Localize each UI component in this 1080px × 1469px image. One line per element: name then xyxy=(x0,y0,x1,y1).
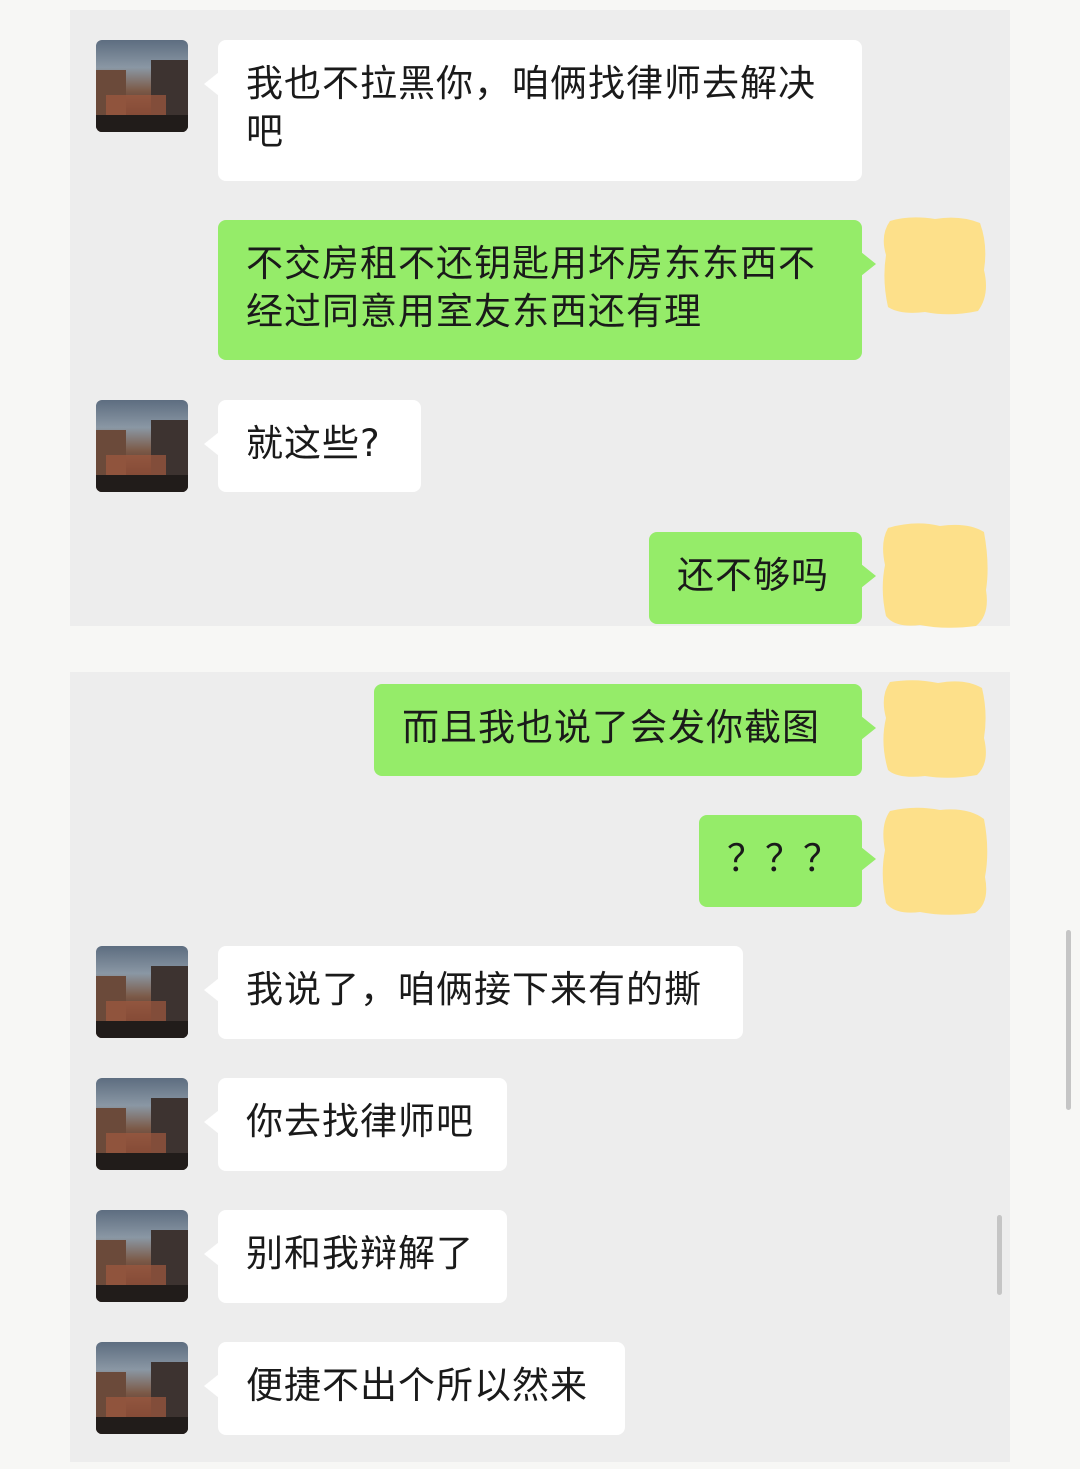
message-bubble-outgoing[interactable]: ？？？ xyxy=(699,815,876,907)
message-text: 我说了，咱俩接下来有的撕 xyxy=(246,968,702,1011)
contact-avatar[interactable] xyxy=(96,946,188,1038)
message-text: 还不够吗 xyxy=(677,554,829,597)
message-text: 就这些? xyxy=(246,422,381,465)
message-bubble-incoming[interactable]: 就这些? xyxy=(204,400,421,492)
message-bubble-outgoing[interactable]: 不交房租不还钥匙用坏房东东西不经过同意用室友东西还有理 xyxy=(218,220,876,360)
contact-avatar[interactable] xyxy=(96,40,188,132)
message-text: 不交房租不还钥匙用坏房东东西不经过同意用室友东西还有理 xyxy=(246,242,816,333)
message-bubble-incoming[interactable]: 便捷不出个所以然来 xyxy=(204,1342,625,1435)
message-bubble-incoming[interactable]: 我说了，咱俩接下来有的撕 xyxy=(204,946,743,1039)
contact-avatar[interactable] xyxy=(96,1210,188,1302)
contact-avatar[interactable] xyxy=(96,1342,188,1434)
self-avatar-blurred-icon xyxy=(880,678,990,778)
message-bubble-outgoing[interactable]: 而且我也说了会发你截图 xyxy=(374,684,876,776)
message-text: 便捷不出个所以然来 xyxy=(246,1364,588,1407)
chat-scrollbar[interactable] xyxy=(997,1215,1002,1295)
contact-avatar[interactable] xyxy=(96,400,188,492)
self-avatar-blurred-icon xyxy=(880,805,990,917)
message-bubble-incoming[interactable]: 我也不拉黑你，咱俩找律师去解决吧 xyxy=(204,40,862,181)
message-bubble-outgoing[interactable]: 还不够吗 xyxy=(649,532,876,624)
message-bubble-incoming[interactable]: 你去找律师吧 xyxy=(204,1078,507,1171)
message-text: 我也不拉黑你，咱俩找律师去解决吧 xyxy=(246,62,816,153)
page-scrollbar[interactable] xyxy=(1066,930,1071,1110)
message-text: 你去找律师吧 xyxy=(246,1100,474,1143)
message-text: ？？？ xyxy=(727,837,841,880)
message-text: 别和我辩解了 xyxy=(246,1232,474,1275)
message-bubble-incoming[interactable]: 别和我辩解了 xyxy=(204,1210,507,1303)
message-text: 而且我也说了会发你截图 xyxy=(402,706,820,749)
self-avatar-blurred-icon xyxy=(880,520,990,630)
self-avatar-blurred-icon xyxy=(880,215,990,315)
contact-avatar[interactable] xyxy=(96,1078,188,1170)
